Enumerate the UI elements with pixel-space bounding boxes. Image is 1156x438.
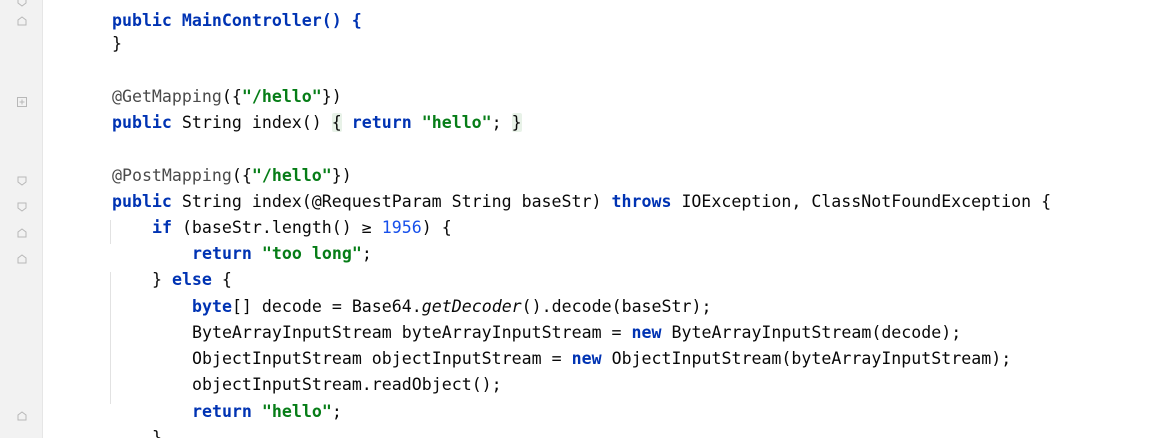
- indent-guide: [110, 220, 111, 244]
- code-text: ;: [331, 402, 342, 421]
- code-text: ) {: [421, 218, 452, 237]
- code-line-close-else: }: [112, 405, 162, 438]
- code-text: ;: [361, 244, 372, 263]
- indent-guide: [110, 272, 111, 404]
- code-line-bais: ByteArrayInputStream byteArrayInputStrea…: [152, 300, 961, 342]
- code-line-postmapping: @PostMapping({"/hello"}): [72, 143, 352, 185]
- code-text: }: [111, 34, 122, 53]
- number-literal: 1956: [381, 218, 422, 237]
- fold-end-icon[interactable]: [16, 253, 28, 265]
- folded-brace[interactable]: }: [511, 113, 522, 132]
- code-text: ObjectInputStream(byteArrayInputStream);: [601, 349, 1012, 368]
- code-line-post-method: public String index(@RequestParam String…: [72, 169, 1051, 211]
- fold-end-icon[interactable]: [16, 410, 28, 422]
- fold-end-icon[interactable]: [16, 227, 28, 239]
- string-literal: "hello": [421, 113, 492, 132]
- code-line: public MainController() {: [72, 0, 362, 30]
- code-line-getmapping: @GetMapping({"/hello"}): [72, 64, 342, 106]
- editor-gutter: [0, 0, 42, 438]
- keyword: new: [571, 349, 602, 368]
- string-literal: "hello": [261, 402, 332, 421]
- fold-start-icon[interactable]: [16, 201, 28, 213]
- code-line-return-hello: return "hello";: [152, 379, 342, 421]
- code-line-read: objectInputStream.readObject();: [152, 352, 502, 394]
- gutter-border: [42, 0, 43, 438]
- code-editor[interactable]: public MainController() { } @GetMapping(…: [0, 0, 1156, 438]
- keyword: return: [191, 402, 252, 421]
- code-line-get-method: public String index() { return "hello"; …: [72, 90, 522, 132]
- code-line-else: } else {: [112, 247, 232, 289]
- fold-end-icon[interactable]: [16, 15, 28, 27]
- fold-end-icon[interactable]: [16, 0, 28, 8]
- code-line-if: if (baseStr.length() ≥ 1956) {: [112, 195, 452, 237]
- code-text: String index(): [171, 113, 332, 132]
- code-text: ;: [491, 113, 502, 132]
- string-literal: "too long": [261, 244, 362, 263]
- code-text: IOException, ClassNotFoundException {: [671, 192, 1052, 211]
- code-text: public MainController() {: [111, 11, 362, 30]
- code-text: }: [151, 428, 162, 438]
- code-line-return-too-long: return "too long";: [152, 221, 372, 263]
- code-line-ois: ObjectInputStream objectInputStream = ne…: [152, 326, 1011, 368]
- fold-start-icon[interactable]: [16, 175, 28, 187]
- keyword: throws: [611, 192, 672, 211]
- code-line-decode: byte[] decode = Base64.getDecoder().deco…: [152, 274, 712, 316]
- keyword: return: [351, 113, 412, 132]
- keyword: public: [111, 113, 172, 132]
- code-line: }: [72, 11, 122, 53]
- folded-brace[interactable]: {: [331, 113, 342, 132]
- fold-expand-icon[interactable]: [16, 96, 28, 108]
